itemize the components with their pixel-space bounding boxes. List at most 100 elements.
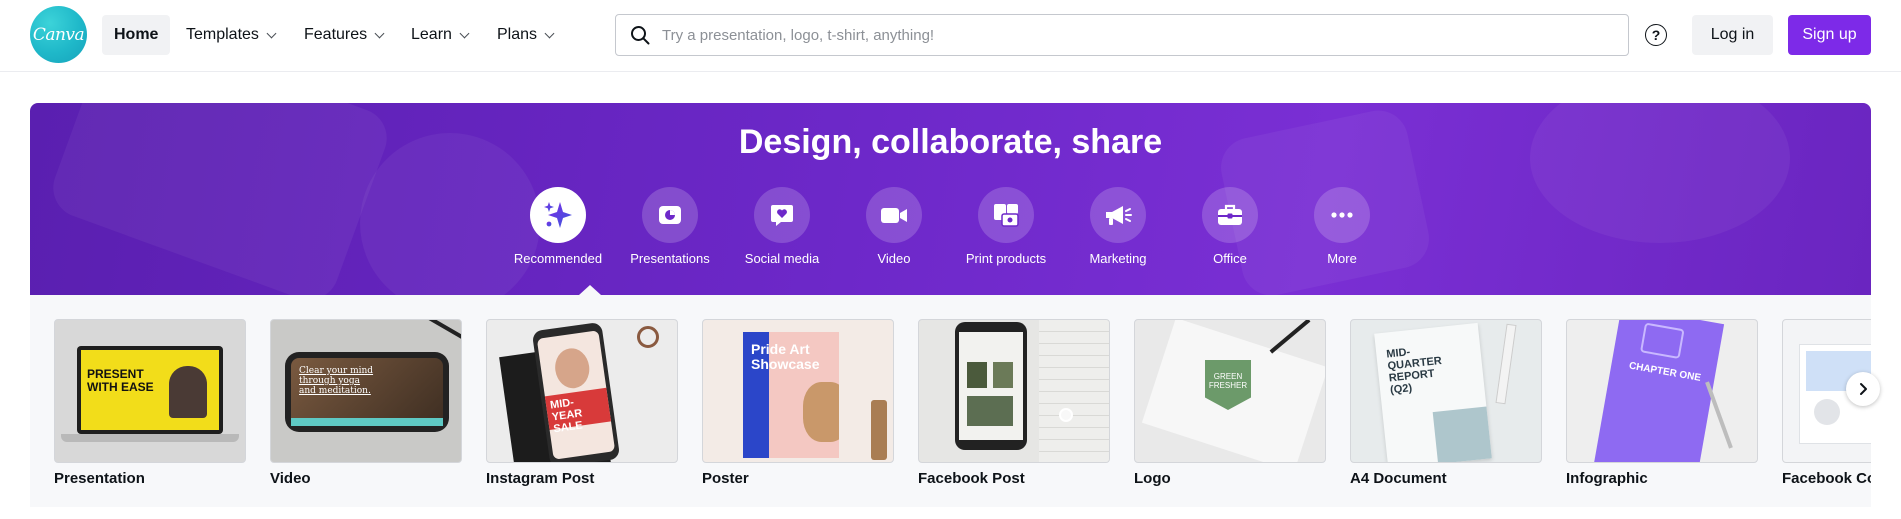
document-title: MID-QUARTER REPORT (Q2) bbox=[1385, 346, 1443, 397]
category-icon-wrap bbox=[530, 187, 586, 243]
category-more[interactable]: More bbox=[1282, 187, 1402, 266]
template-label: Poster bbox=[702, 470, 749, 487]
canva-logo[interactable]: Canva bbox=[30, 6, 87, 63]
video-progress bbox=[291, 418, 443, 426]
category-label: More bbox=[1327, 251, 1357, 266]
document-block bbox=[1432, 406, 1492, 462]
hero-banner: Design, collaborate, share Recommended P… bbox=[30, 103, 1871, 295]
nav-features[interactable]: Features bbox=[292, 15, 395, 55]
post-photo bbox=[967, 362, 987, 388]
poster-shape bbox=[803, 382, 839, 442]
nav-features-label: Features bbox=[304, 26, 368, 43]
help-icon[interactable]: ? bbox=[1645, 24, 1667, 46]
nav-learn[interactable]: Learn bbox=[399, 15, 480, 55]
template-card-presentation[interactable]: PRESENT WITH EASE Presentation bbox=[54, 319, 246, 487]
category-label: Presentations bbox=[630, 251, 710, 266]
category-label: Recommended bbox=[513, 251, 603, 266]
category-label: Print products bbox=[965, 251, 1047, 266]
search-bar[interactable] bbox=[615, 14, 1629, 56]
search-input[interactable] bbox=[662, 26, 1562, 44]
template-thumbnail: MID-QUARTER REPORT (Q2) bbox=[1350, 319, 1542, 463]
template-label: Logo bbox=[1134, 470, 1171, 487]
category-icon-wrap bbox=[1090, 187, 1146, 243]
nav-home-label: Home bbox=[114, 26, 159, 43]
template-thumbnail bbox=[918, 319, 1110, 463]
chevron-down-icon bbox=[266, 28, 277, 38]
category-icon-wrap bbox=[754, 187, 810, 243]
hero-title: Design, collaborate, share bbox=[738, 123, 1163, 161]
help-glyph: ? bbox=[1651, 27, 1661, 43]
template-card-infographic[interactable]: CHAPTER ONE Infographic bbox=[1566, 319, 1758, 487]
template-label: Presentation bbox=[54, 470, 145, 487]
infographic-page: CHAPTER ONE bbox=[1593, 320, 1725, 462]
template-thumbnail: PRESENT WITH EASE bbox=[54, 319, 246, 463]
template-thumbnail: CHAPTER ONE bbox=[1566, 319, 1758, 463]
infographic-title: CHAPTER ONE bbox=[1628, 360, 1702, 384]
template-label: Instagram Post bbox=[486, 470, 595, 487]
poster-title: Pride Art Showcase bbox=[751, 341, 820, 372]
sale-text: MID-YEAR SALE bbox=[544, 387, 612, 435]
selected-category-indicator bbox=[579, 285, 601, 295]
template-thumbnail: Pride Art Showcase bbox=[702, 319, 894, 463]
pen-decoration bbox=[416, 320, 461, 343]
login-button[interactable]: Log in bbox=[1692, 15, 1773, 55]
briefcase-icon bbox=[1218, 204, 1242, 225]
category-icon-wrap bbox=[866, 187, 922, 243]
nav-learn-label: Learn bbox=[411, 26, 452, 43]
template-label: Facebook Cover bbox=[1782, 470, 1871, 487]
phone-screen: MID-YEAR SALE bbox=[536, 330, 616, 460]
phone-portrait bbox=[955, 322, 1027, 450]
post-photo bbox=[993, 362, 1013, 388]
slide-text: PRESENT WITH EASE bbox=[87, 367, 154, 394]
more-dots-icon bbox=[1331, 212, 1353, 218]
category-office[interactable]: Office bbox=[1170, 187, 1290, 266]
heart-chat-icon bbox=[771, 205, 793, 226]
print-products-icon bbox=[994, 204, 1019, 227]
slide-bg: PRESENT WITH EASE bbox=[81, 350, 219, 430]
post-photo bbox=[967, 396, 1013, 426]
chevron-down-icon bbox=[459, 28, 470, 38]
book-icon bbox=[1639, 322, 1685, 360]
poster-paper: Pride Art Showcase bbox=[743, 332, 839, 458]
pen-cup bbox=[871, 400, 887, 460]
template-card-facebook-post[interactable]: Facebook Post bbox=[918, 319, 1110, 487]
nav-plans[interactable]: Plans bbox=[485, 15, 565, 55]
megaphone-icon bbox=[1106, 206, 1132, 225]
category-label: Office bbox=[1213, 251, 1247, 266]
video-frame: Clear your mind through yoga and meditat… bbox=[291, 358, 443, 426]
top-navigation: Canva Home Templates Features Learn Plan… bbox=[0, 0, 1901, 72]
category-video[interactable]: Video bbox=[834, 187, 954, 266]
nav-home[interactable]: Home bbox=[102, 15, 171, 55]
template-label: A4 Document bbox=[1350, 470, 1447, 487]
template-card-logo[interactable]: GREEN FRESHER Logo bbox=[1134, 319, 1326, 487]
category-presentations[interactable]: Presentations bbox=[610, 187, 730, 266]
template-card-instagram-post[interactable]: MID-YEAR SALE Instagram Post bbox=[486, 319, 678, 487]
category-marketing[interactable]: Marketing bbox=[1058, 187, 1178, 266]
phone-landscape: Clear your mind through yoga and meditat… bbox=[285, 352, 449, 432]
template-thumbnail: GREEN FRESHER bbox=[1134, 319, 1326, 463]
category-recommended[interactable]: Recommended bbox=[498, 187, 618, 266]
template-card-poster[interactable]: Pride Art Showcase Poster bbox=[702, 319, 894, 487]
signup-button[interactable]: Sign up bbox=[1788, 15, 1871, 55]
nav-templates[interactable]: Templates bbox=[174, 15, 287, 55]
chevron-right-icon bbox=[1860, 383, 1867, 395]
earphones bbox=[1059, 408, 1073, 422]
template-gallery: PRESENT WITH EASE Presentation Clear you… bbox=[30, 295, 1871, 507]
nav-plans-label: Plans bbox=[497, 26, 538, 43]
document-page: MID-QUARTER REPORT (Q2) bbox=[1374, 322, 1492, 462]
ruler bbox=[1495, 323, 1517, 405]
pen-decoration bbox=[1705, 381, 1733, 449]
template-label: Infographic bbox=[1566, 470, 1648, 487]
category-icon-wrap bbox=[1202, 187, 1258, 243]
model-image bbox=[552, 346, 592, 391]
template-card-video[interactable]: Clear your mind through yoga and meditat… bbox=[270, 319, 462, 487]
template-card-a4-document[interactable]: MID-QUARTER REPORT (Q2) A4 Document bbox=[1350, 319, 1542, 487]
category-social-media[interactable]: Social media bbox=[722, 187, 842, 266]
sparkle-icon bbox=[544, 202, 572, 228]
pen-decoration bbox=[1269, 320, 1311, 354]
gallery-next-button[interactable] bbox=[1846, 372, 1880, 406]
category-print-products[interactable]: Print products bbox=[946, 187, 1066, 266]
notebook-grid bbox=[1039, 320, 1109, 462]
person-image bbox=[169, 366, 207, 418]
template-label: Facebook Post bbox=[918, 470, 1025, 487]
